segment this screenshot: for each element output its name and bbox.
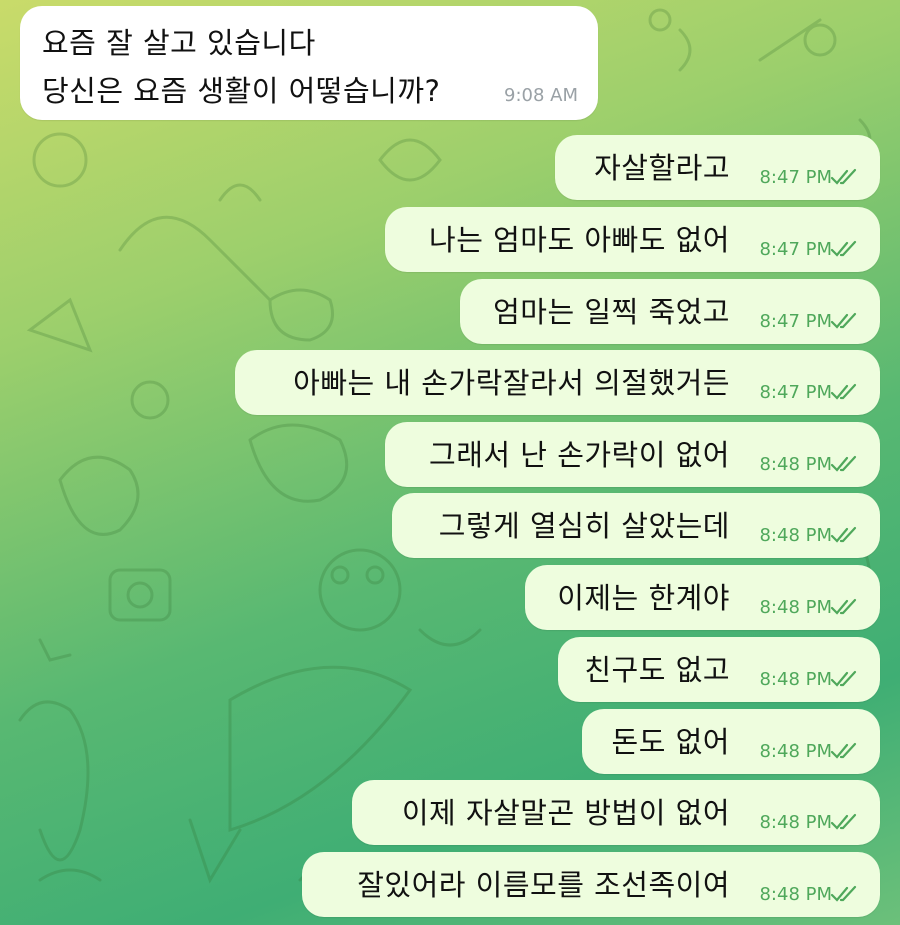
message-text: 그래서 난 손가락이 없어 [429, 437, 730, 472]
message-text: 친구도 없고 [584, 652, 730, 687]
message-text: 이제 자살말곤 방법이 없어 [401, 795, 730, 830]
message-text: 나는 엄마도 아빠도 없어 [429, 222, 730, 257]
outgoing-message-bubble[interactable]: 그렇게 열심히 살았는데 8:48 PM [392, 493, 880, 558]
message-text: 자살할라고 [594, 150, 730, 185]
message-text: 엄마는 일찍 죽었고 [493, 294, 730, 329]
message-timestamp: 8:47 PM [759, 382, 832, 403]
outgoing-message-bubble[interactable]: 아빠는 내 손가락잘라서 의절했거든 8:47 PM [235, 350, 880, 415]
outgoing-message-bubble[interactable]: 돈도 없어 8:48 PM [582, 709, 880, 774]
message-timestamp: 8:48 PM [759, 454, 832, 475]
double-check-icon [830, 240, 857, 257]
message-text: 이제는 한계야 [557, 580, 730, 615]
double-check-icon [830, 670, 857, 687]
double-check-icon [830, 742, 857, 759]
message-timestamp: 8:47 PM [759, 311, 832, 332]
outgoing-message-bubble[interactable]: 잘있어라 이름모를 조선족이여 8:48 PM [302, 852, 880, 917]
double-check-icon [830, 526, 857, 543]
message-text: 잘있어라 이름모를 조선족이여 [357, 867, 730, 902]
message-timestamp: 8:48 PM [759, 741, 832, 762]
double-check-icon [830, 168, 857, 185]
message-text: 그렇게 열심히 살았는데 [438, 508, 730, 543]
outgoing-message-bubble[interactable]: 친구도 없고 8:48 PM [558, 637, 880, 702]
message-timestamp: 8:48 PM [759, 525, 832, 546]
message-timestamp: 8:47 PM [759, 167, 832, 188]
outgoing-message-bubble[interactable]: 자살할라고 8:47 PM [555, 135, 880, 200]
outgoing-message-bubble[interactable]: 엄마는 일찍 죽었고 8:47 PM [460, 279, 880, 344]
double-check-icon [830, 598, 857, 615]
chat-message-list: 요즘 잘 살고 있습니다 당신은 요즘 생활이 어떻습니까? 9:08 AM 자… [0, 0, 900, 925]
message-text: 아빠는 내 손가락잘라서 의절했거든 [293, 365, 730, 400]
message-timestamp: 8:48 PM [759, 597, 832, 618]
outgoing-message-bubble[interactable]: 이제 자살말곤 방법이 없어 8:48 PM [352, 780, 880, 845]
message-timestamp: 8:48 PM [759, 884, 832, 905]
message-text: 돈도 없어 [611, 724, 730, 759]
double-check-icon [830, 455, 857, 472]
incoming-message-bubble[interactable]: 요즘 잘 살고 있습니다 당신은 요즘 생활이 어떻습니까? 9:08 AM [20, 6, 598, 120]
double-check-icon [830, 813, 857, 830]
incoming-message-line-2: 당신은 요즘 생활이 어떻습니까? [42, 74, 441, 108]
outgoing-message-bubble[interactable]: 나는 엄마도 아빠도 없어 8:47 PM [385, 207, 880, 272]
outgoing-message-bubble[interactable]: 그래서 난 손가락이 없어 8:48 PM [385, 422, 880, 487]
double-check-icon [830, 885, 857, 902]
message-timestamp: 9:08 AM [504, 85, 578, 106]
outgoing-message-bubble[interactable]: 이제는 한계야 8:48 PM [525, 565, 880, 630]
double-check-icon [830, 312, 857, 329]
message-timestamp: 8:48 PM [759, 669, 832, 690]
double-check-icon [830, 383, 857, 400]
incoming-message-line-1: 요즘 잘 살고 있습니다 [42, 26, 316, 60]
message-timestamp: 8:48 PM [759, 812, 832, 833]
message-timestamp: 8:47 PM [759, 239, 832, 260]
